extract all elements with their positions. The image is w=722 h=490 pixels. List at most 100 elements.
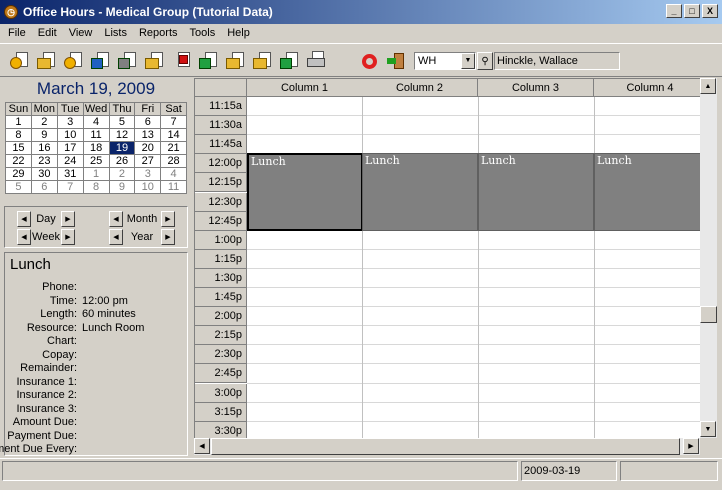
column-header[interactable]: Column 4	[594, 79, 700, 97]
menu-view[interactable]: View	[63, 27, 99, 39]
exit-door-icon[interactable]	[387, 52, 407, 70]
app-clock-icon[interactable]: ◷	[4, 5, 18, 19]
calendar-day[interactable]: 5	[108, 115, 136, 129]
calendar-day[interactable]: 31	[56, 167, 84, 181]
column-header[interactable]: Column 2	[362, 79, 478, 97]
calendar-day[interactable]: 10	[56, 128, 84, 142]
find-appointment-icon[interactable]	[64, 52, 84, 70]
calendar-day[interactable]: 15	[5, 141, 32, 155]
print-icon[interactable]	[306, 51, 326, 70]
calendar-day[interactable]: 22	[5, 154, 32, 168]
calendar-day[interactable]: 8	[82, 180, 110, 194]
calendar-day[interactable]: 3	[134, 167, 162, 181]
column-header[interactable]: Column 1	[247, 79, 363, 97]
medical-icon[interactable]	[172, 52, 192, 70]
calendar-day[interactable]: 4	[82, 115, 110, 129]
minimize-button[interactable]: _	[666, 4, 682, 18]
calendar-day[interactable]: 13	[134, 128, 162, 142]
lookup-button[interactable]: ⚲	[477, 52, 493, 70]
calendar-day[interactable]: 7	[160, 115, 187, 129]
calendar-day[interactable]: 1	[5, 115, 32, 129]
vertical-scroll-thumb[interactable]	[700, 306, 717, 323]
calendar-day[interactable]: 20	[134, 141, 162, 155]
calendar-day[interactable]: 21	[160, 141, 187, 155]
detail-value: Lunch Room	[82, 321, 145, 334]
open-appointment-icon[interactable]	[37, 52, 57, 70]
calendar-day[interactable]: 7	[56, 180, 84, 194]
calendar-day[interactable]: 10	[134, 180, 162, 194]
calendar-day[interactable]: 6	[30, 180, 58, 194]
menu-tools[interactable]: Tools	[184, 27, 222, 39]
report-list-icon[interactable]	[253, 52, 273, 70]
scroll-down-button[interactable]: ▼	[700, 421, 716, 437]
calendar-day[interactable]: 28	[160, 154, 187, 168]
help-lifering-icon[interactable]	[360, 52, 380, 70]
calendar-day[interactable]: 2	[108, 167, 136, 181]
report-search-icon[interactable]	[226, 52, 246, 70]
calendar-day[interactable]: 1	[82, 167, 110, 181]
week-prev-button[interactable]: ◀	[17, 229, 31, 245]
year-prev-button[interactable]: ◀	[109, 229, 123, 245]
appointment-block[interactable]: Lunch	[478, 153, 594, 231]
calendar-day[interactable]: 29	[5, 167, 32, 181]
close-button[interactable]: X	[702, 4, 718, 18]
calendar-day[interactable]: 9	[108, 180, 136, 194]
calendar-day[interactable]: 27	[134, 154, 162, 168]
resource-code-select[interactable]: WH ▼	[414, 52, 476, 70]
calendar-day[interactable]: 11	[160, 180, 187, 194]
calendar-day[interactable]: 17	[56, 141, 84, 155]
resources-icon[interactable]	[145, 52, 165, 70]
appointment-block[interactable]: Lunch	[362, 153, 478, 231]
calendar-day[interactable]: 8	[5, 128, 32, 142]
scroll-left-button[interactable]: ◀	[194, 438, 210, 454]
calendar-day[interactable]: 14	[160, 128, 187, 142]
calendar-day[interactable]: 2	[30, 115, 58, 129]
calendar-day[interactable]: 30	[30, 167, 58, 181]
calendar-day[interactable]: 24	[56, 154, 84, 168]
appointment-block[interactable]: Lunch	[247, 153, 363, 231]
detail-label: Insurance 2:	[16, 389, 77, 401]
calendar-day[interactable]: 26	[108, 154, 136, 168]
calendar-day[interactable]: 9	[30, 128, 58, 142]
calendar-day[interactable]: 25	[82, 154, 110, 168]
export-icon[interactable]	[280, 52, 300, 70]
menu-file[interactable]: File	[2, 27, 32, 39]
time-slot-label: 3:00p	[195, 383, 247, 403]
maximize-button[interactable]: □	[684, 4, 700, 18]
vertical-scrollbar[interactable]: ▲ ▼	[700, 78, 717, 438]
calendar-day[interactable]: 3	[56, 115, 84, 129]
calendar-day[interactable]: 6	[134, 115, 162, 129]
month-label: Month	[126, 213, 158, 225]
day-prev-button[interactable]: ◀	[17, 211, 31, 227]
menu-help[interactable]: Help	[221, 27, 256, 39]
new-appointment-icon[interactable]	[10, 52, 30, 70]
calendar-day[interactable]: 5	[5, 180, 32, 194]
scroll-right-button[interactable]: ▶	[683, 438, 699, 454]
year-next-button[interactable]: ▶	[161, 229, 175, 245]
doctors-icon[interactable]	[118, 52, 138, 70]
calendar-day-selected[interactable]: 19	[108, 141, 136, 155]
menu-edit[interactable]: Edit	[32, 27, 63, 39]
calendar-day[interactable]: 16	[30, 141, 58, 155]
column-header[interactable]: Column 3	[478, 79, 594, 97]
month-prev-button[interactable]: ◀	[109, 211, 123, 227]
calendar-day[interactable]: 12	[108, 128, 136, 142]
horizontal-scrollbar[interactable]: ◀ ▶	[194, 438, 700, 455]
horizontal-scroll-thumb[interactable]	[211, 438, 680, 455]
month-next-button[interactable]: ▶	[161, 211, 175, 227]
calendar-day[interactable]: 4	[160, 167, 187, 181]
calendar-day[interactable]: 18	[82, 141, 110, 155]
calendar-day[interactable]: 23	[30, 154, 58, 168]
calendar-day[interactable]: 11	[82, 128, 110, 142]
appointment-block[interactable]: Lunch	[594, 153, 700, 231]
menu-lists[interactable]: Lists	[98, 27, 133, 39]
patients-icon[interactable]	[91, 52, 111, 70]
menu-reports[interactable]: Reports	[133, 27, 184, 39]
chevron-down-icon[interactable]: ▼	[461, 53, 475, 69]
day-next-button[interactable]: ▶	[61, 211, 75, 227]
week-next-button[interactable]: ▶	[61, 229, 75, 245]
column-divider	[594, 97, 595, 438]
scroll-up-button[interactable]: ▲	[700, 78, 716, 94]
detail-label: Amount Due:	[12, 416, 77, 428]
report-icon[interactable]	[199, 52, 219, 70]
